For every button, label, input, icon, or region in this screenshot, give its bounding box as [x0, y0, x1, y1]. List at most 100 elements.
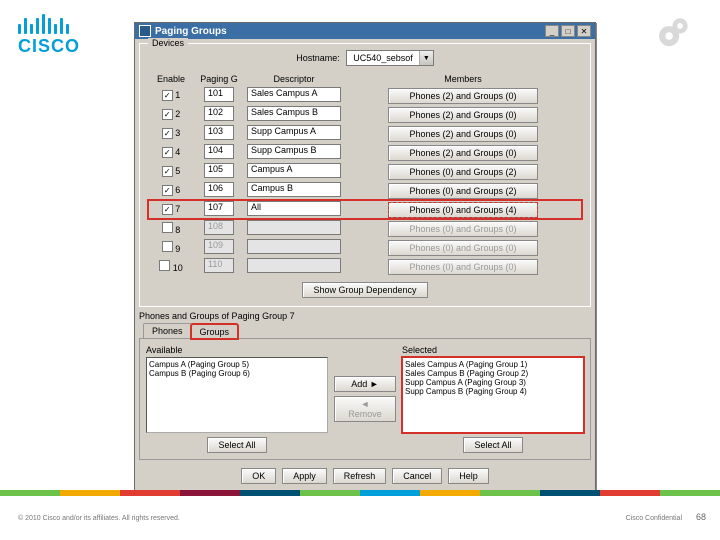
devices-panel: Devices Hostname: UC540_sebsof ▼ Enable … [139, 43, 591, 307]
table-row: 10110Phones (0) and Groups (0) [148, 257, 582, 276]
devices-legend: Devices [148, 38, 188, 48]
refresh-button[interactable]: Refresh [333, 468, 387, 484]
table-row: ✓ 6106Campus BPhones (0) and Groups (2) [148, 181, 582, 200]
table-row: ✓ 1101Sales Campus APhones (2) and Group… [148, 86, 582, 105]
window-icon [139, 25, 151, 37]
col-enable: Enable [148, 72, 194, 86]
descriptor-input[interactable] [247, 258, 341, 273]
paging-groups-window: Paging Groups _ □ ✕ Devices Hostname: UC… [134, 22, 596, 493]
descriptor-input[interactable] [247, 220, 341, 235]
col-members: Members [344, 72, 582, 86]
apply-button[interactable]: Apply [282, 468, 327, 484]
hostname-label: Hostname: [296, 53, 340, 63]
list-item[interactable]: Supp Campus B (Paging Group 4) [405, 387, 581, 396]
table-row: 8108Phones (0) and Groups (0) [148, 219, 582, 238]
descriptor-input[interactable]: Sales Campus B [247, 106, 341, 121]
descriptor-input[interactable]: Supp Campus B [247, 144, 341, 159]
descriptor-input[interactable]: Campus B [247, 182, 341, 197]
enable-checkbox[interactable]: ✓ [162, 90, 173, 101]
code-input[interactable]: 101 [204, 87, 234, 102]
list-item[interactable]: Campus A (Paging Group 5) [149, 360, 325, 369]
gear-icon [654, 10, 696, 52]
members-button[interactable]: Phones (0) and Groups (2) [388, 164, 538, 180]
enable-checkbox[interactable]: ✓ [162, 147, 173, 158]
confidential-text: Cisco Confidential [626, 515, 682, 522]
members-button[interactable]: Phones (2) and Groups (0) [388, 88, 538, 104]
chevron-down-icon[interactable]: ▼ [419, 51, 433, 65]
members-button[interactable]: Phones (2) and Groups (0) [388, 107, 538, 123]
members-button[interactable]: Phones (2) and Groups (0) [388, 126, 538, 142]
col-descriptor: Descriptor [244, 72, 344, 86]
descriptor-input[interactable] [247, 239, 341, 254]
enable-checkbox[interactable]: ✓ [162, 109, 173, 120]
maximize-button[interactable]: □ [561, 25, 575, 37]
descriptor-input[interactable]: Supp Campus A [247, 125, 341, 140]
cancel-button[interactable]: Cancel [392, 468, 442, 484]
code-input[interactable]: 102 [204, 106, 234, 121]
available-label: Available [146, 345, 328, 355]
table-row: ✓ 3103Supp Campus APhones (2) and Groups… [148, 124, 582, 143]
code-input[interactable]: 108 [204, 220, 234, 235]
members-button[interactable]: Phones (0) and Groups (0) [388, 240, 538, 256]
show-group-dependency-button[interactable]: Show Group Dependency [302, 282, 427, 298]
code-input[interactable]: 104 [204, 144, 234, 159]
code-input[interactable]: 109 [204, 239, 234, 254]
code-input[interactable]: 106 [204, 182, 234, 197]
hostname-dropdown[interactable]: UC540_sebsof ▼ [346, 50, 434, 66]
enable-checkbox[interactable] [159, 260, 170, 271]
descriptor-input[interactable]: All [247, 201, 341, 216]
subpanel-label: Phones and Groups of Paging Group 7 [139, 311, 595, 321]
add-button[interactable]: Add ► [334, 376, 396, 392]
enable-checkbox[interactable]: ✓ [162, 185, 173, 196]
window-title: Paging Groups [155, 26, 545, 37]
paging-groups-table: Enable Paging G Descriptor Members ✓ 110… [148, 72, 582, 276]
descriptor-input[interactable]: Sales Campus A [247, 87, 341, 102]
enable-checkbox[interactable]: ✓ [162, 166, 173, 177]
dialog-buttons: OK Apply Refresh Cancel Help [135, 462, 595, 492]
hostname-row: Hostname: UC540_sebsof ▼ [148, 50, 582, 66]
enable-checkbox[interactable]: ✓ [162, 128, 173, 139]
page-number: 68 [696, 512, 706, 522]
descriptor-input[interactable]: Campus A [247, 163, 341, 178]
titlebar: Paging Groups _ □ ✕ [135, 23, 595, 39]
col-pgroup: Paging G [194, 72, 244, 86]
copyright-text: © 2010 Cisco and/or its affiliates. All … [18, 515, 180, 522]
logo-text: CISCO [18, 36, 80, 57]
select-all-right-button[interactable]: Select All [463, 437, 522, 453]
list-item[interactable]: Sales Campus A (Paging Group 1) [405, 360, 581, 369]
groups-tabpane: Available Campus A (Paging Group 5)Campu… [139, 338, 591, 460]
available-listbox[interactable]: Campus A (Paging Group 5)Campus B (Pagin… [146, 357, 328, 433]
tab-phones[interactable]: Phones [143, 323, 192, 338]
ok-button[interactable]: OK [241, 468, 276, 484]
cisco-logo: CISCO [18, 14, 80, 57]
footer-accent-bar [0, 490, 720, 496]
logo-bars [18, 14, 80, 34]
help-button[interactable]: Help [448, 468, 489, 484]
code-input[interactable]: 110 [204, 258, 234, 273]
members-button[interactable]: Phones (0) and Groups (2) [388, 183, 538, 199]
minimize-button[interactable]: _ [545, 25, 559, 37]
members-button[interactable]: Phones (2) and Groups (0) [388, 145, 538, 161]
table-row: ✓ 7107AllPhones (0) and Groups (4) [148, 200, 582, 219]
members-button[interactable]: Phones (0) and Groups (0) [388, 259, 538, 275]
enable-checkbox[interactable] [162, 241, 173, 252]
select-all-left-button[interactable]: Select All [207, 437, 266, 453]
list-item[interactable]: Supp Campus A (Paging Group 3) [405, 378, 581, 387]
selected-listbox[interactable]: Sales Campus A (Paging Group 1)Sales Cam… [402, 357, 584, 433]
code-input[interactable]: 105 [204, 163, 234, 178]
tab-groups[interactable]: Groups [191, 324, 239, 339]
list-item[interactable]: Sales Campus B (Paging Group 2) [405, 369, 581, 378]
table-row: 9109Phones (0) and Groups (0) [148, 238, 582, 257]
table-row: ✓ 5105Campus APhones (0) and Groups (2) [148, 162, 582, 181]
hostname-value: UC540_sebsof [347, 53, 419, 63]
close-button[interactable]: ✕ [577, 25, 591, 37]
code-input[interactable]: 103 [204, 125, 234, 140]
members-button[interactable]: Phones (0) and Groups (4) [388, 202, 538, 218]
enable-checkbox[interactable]: ✓ [162, 204, 173, 215]
remove-button[interactable]: ◄ Remove [334, 396, 396, 422]
members-button[interactable]: Phones (0) and Groups (0) [388, 221, 538, 237]
table-row: ✓ 2102Sales Campus BPhones (2) and Group… [148, 105, 582, 124]
enable-checkbox[interactable] [162, 222, 173, 233]
list-item[interactable]: Campus B (Paging Group 6) [149, 369, 325, 378]
code-input[interactable]: 107 [204, 201, 234, 216]
